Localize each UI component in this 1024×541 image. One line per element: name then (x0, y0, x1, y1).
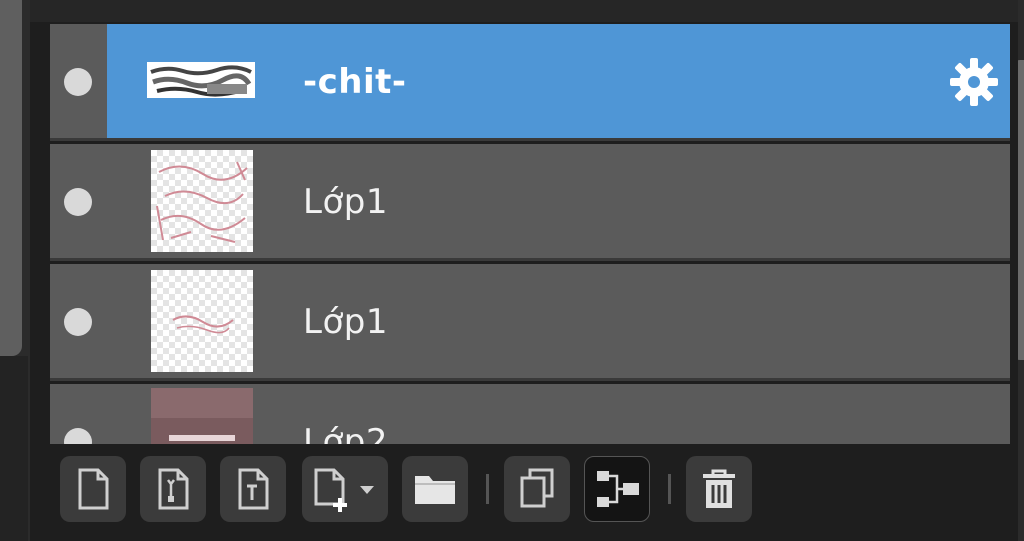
layer-name: -chit- (303, 62, 407, 102)
layer-thumbnail (151, 388, 253, 444)
page-with-t-icon (238, 468, 269, 510)
layer-thumbnail (147, 62, 255, 98)
duplicate-layer-button[interactable] (504, 456, 570, 522)
visibility-toggle[interactable] (64, 188, 92, 216)
layer-row-body[interactable]: Lớp1 (107, 264, 1010, 378)
trash-icon (703, 469, 735, 508)
layer-name: Lớp1 (303, 182, 388, 222)
layers-panel: -chit- Lớp1 Lớp1 Lớp2 (30, 0, 1018, 541)
merge-layers-icon (597, 471, 639, 507)
new-vector-layer-button[interactable] (140, 456, 206, 522)
layer-name: Lớp1 (303, 302, 388, 342)
copy-pages-icon (520, 468, 554, 508)
layer-name: Lớp2 (303, 422, 388, 444)
merge-down-button[interactable] (584, 456, 650, 522)
visibility-toggle[interactable] (64, 308, 92, 336)
visibility-column (50, 384, 107, 444)
layer-thumbnail (151, 150, 253, 252)
new-folder-button[interactable] (402, 456, 468, 522)
layer-row-body[interactable]: -chit- (107, 24, 1010, 138)
toolbar-separator (486, 474, 489, 504)
left-window-edge (0, 0, 22, 356)
visibility-toggle[interactable] (64, 428, 92, 444)
folder-icon (415, 476, 455, 504)
layer-thumbnail (151, 270, 253, 372)
layer-settings-gear-icon[interactable] (948, 56, 1000, 108)
new-layer-button[interactable] (60, 456, 126, 522)
layer-row-body[interactable]: Lớp2 (107, 384, 1010, 444)
visibility-column (50, 24, 107, 138)
page-plus-dropdown-icon (314, 468, 374, 512)
layer-row-lop1-a[interactable]: Lớp1 (50, 144, 1010, 261)
toolbar-separator (668, 474, 671, 504)
layer-row-body[interactable]: Lớp1 (107, 144, 1010, 258)
new-text-layer-button[interactable] (220, 456, 286, 522)
layer-list: -chit- Lớp1 Lớp1 Lớp2 (50, 24, 1010, 444)
add-layer-menu-button[interactable] (302, 456, 388, 522)
left-dark-gutter (0, 356, 28, 541)
layers-toolbar (50, 450, 1010, 530)
layer-row-chit[interactable]: -chit- (50, 24, 1010, 141)
visibility-column (50, 264, 107, 378)
delete-layer-button[interactable] (686, 456, 752, 522)
new-page-icon (78, 468, 109, 510)
page-with-pen-icon (158, 468, 189, 510)
layer-row-lop2[interactable]: Lớp2 (50, 384, 1010, 444)
layer-row-lop1-b[interactable]: Lớp1 (50, 264, 1010, 381)
visibility-toggle[interactable] (64, 68, 92, 96)
panel-top-strip (30, 0, 1018, 22)
visibility-column (50, 144, 107, 258)
